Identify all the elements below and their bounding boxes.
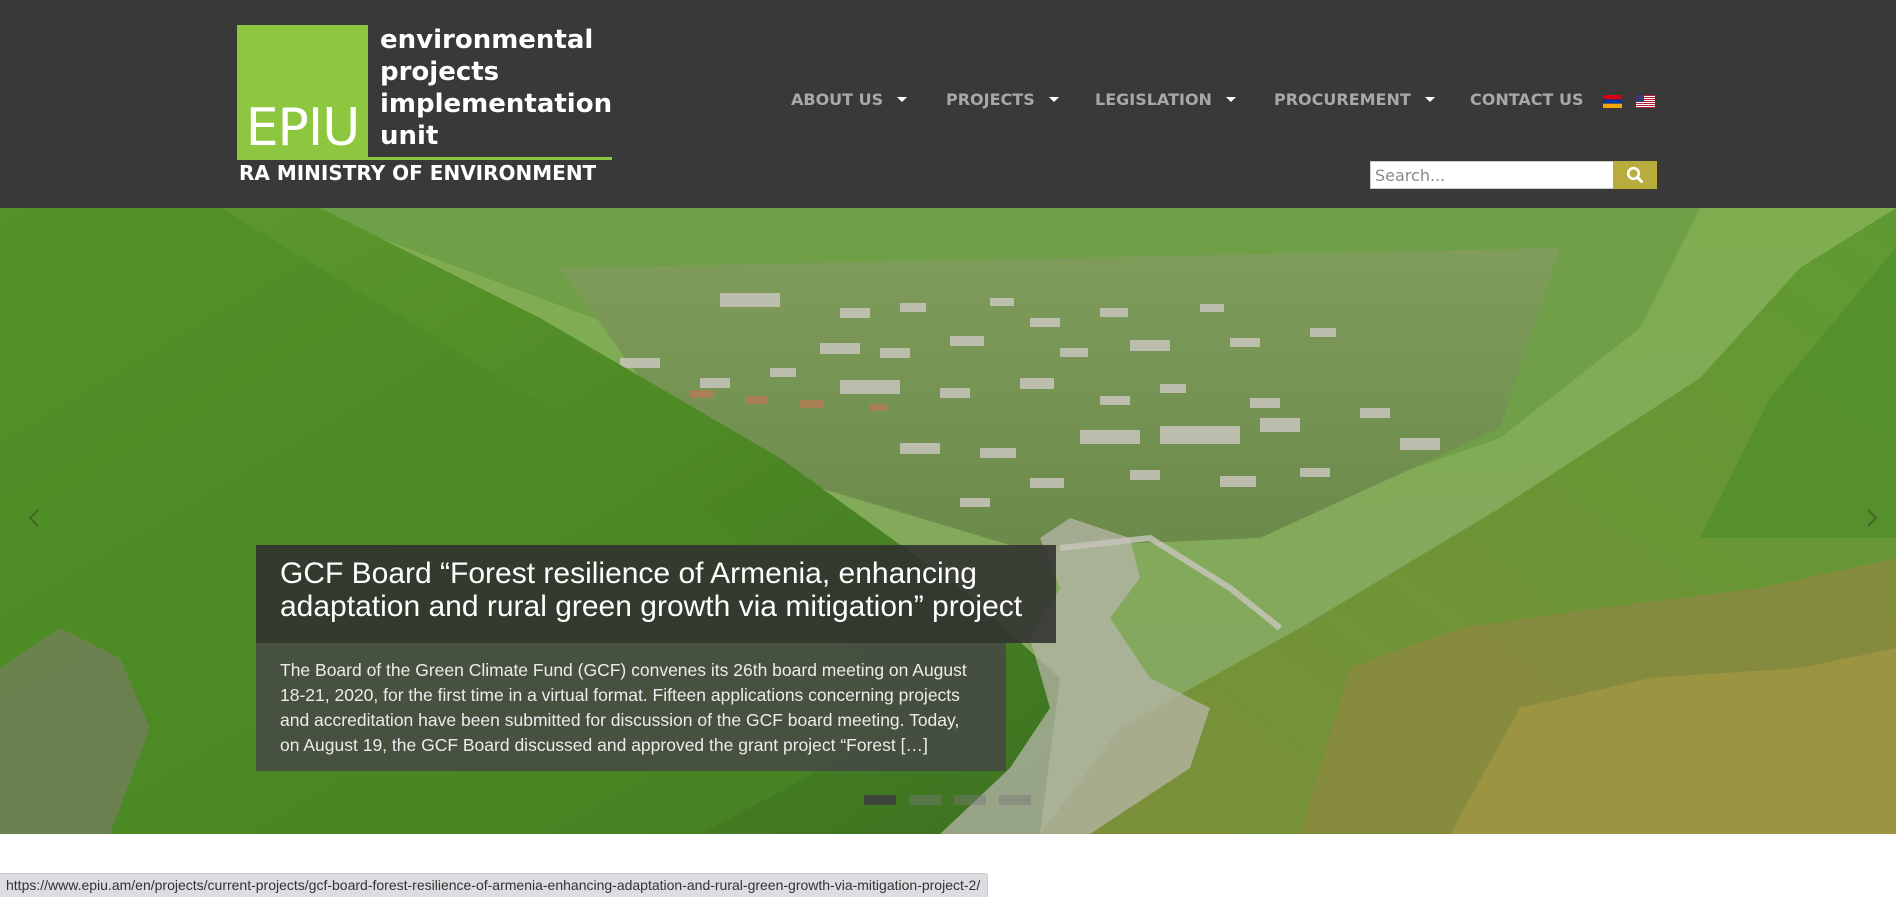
- slider-prev-button[interactable]: [20, 498, 50, 538]
- slider-dot[interactable]: [954, 795, 986, 805]
- search-input[interactable]: [1370, 161, 1614, 189]
- logo-mark-text: EPIU: [245, 98, 361, 158]
- chevron-down-icon: [897, 97, 908, 102]
- nav-item-label: PROCUREMENT: [1274, 90, 1411, 109]
- nav-item-contact-us[interactable]: CONTACT US: [1470, 88, 1584, 112]
- slide-excerpt: The Board of the Green Climate Fund (GCF…: [256, 643, 1006, 771]
- armenian-flag-icon[interactable]: [1603, 95, 1622, 108]
- chevron-down-icon: [1424, 97, 1435, 102]
- chevron-left-icon: [28, 509, 39, 527]
- logo-wordmark: environmental projects implementation un…: [380, 24, 620, 152]
- site-logo[interactable]: EPIU environmental projects implementati…: [237, 24, 612, 184]
- slider-dot[interactable]: [999, 795, 1031, 805]
- chevron-down-icon: [1048, 97, 1059, 102]
- logo-line-3: implementation: [380, 89, 613, 119]
- slider-pagination: [864, 795, 1034, 807]
- chevron-right-icon: [1867, 509, 1878, 527]
- nav-item-legislation[interactable]: LEGISLATION: [1095, 88, 1236, 112]
- slider-dot[interactable]: [864, 795, 896, 805]
- nav-item-label: ABOUT US: [791, 90, 884, 109]
- logo-line-1: environmental: [380, 25, 594, 55]
- search-icon: [1626, 166, 1643, 183]
- chevron-down-icon: [1225, 97, 1236, 102]
- nav-item-label: PROJECTS: [946, 90, 1035, 109]
- site-header: EPIU environmental projects implementati…: [0, 0, 1896, 208]
- search-button[interactable]: [1613, 161, 1657, 189]
- logo-divider: [237, 157, 612, 160]
- slider-next-button[interactable]: [1856, 498, 1886, 538]
- hero-slider: GCF Board “Forest resilience of Armenia,…: [0, 208, 1896, 834]
- logo-line-2: projects: [380, 57, 500, 87]
- nav-item-projects[interactable]: PROJECTS: [946, 88, 1059, 112]
- logo-line-4: unit: [380, 121, 439, 151]
- slider-dot[interactable]: [909, 795, 941, 805]
- nav-item-label: CONTACT US: [1470, 90, 1584, 109]
- nav-item-procurement[interactable]: PROCUREMENT: [1274, 88, 1435, 112]
- logo-ministry: RA MINISTRY OF ENVIRONMENT: [239, 161, 597, 185]
- logo-mark: EPIU: [237, 25, 368, 159]
- nav-item-about-us[interactable]: ABOUT US: [791, 88, 908, 112]
- browser-status-bar: https://www.epiu.am/en/projects/current-…: [0, 873, 989, 897]
- nav-item-label: LEGISLATION: [1095, 90, 1212, 109]
- us-flag-icon[interactable]: [1636, 95, 1655, 108]
- slide-title[interactable]: GCF Board “Forest resilience of Armenia,…: [256, 545, 1056, 643]
